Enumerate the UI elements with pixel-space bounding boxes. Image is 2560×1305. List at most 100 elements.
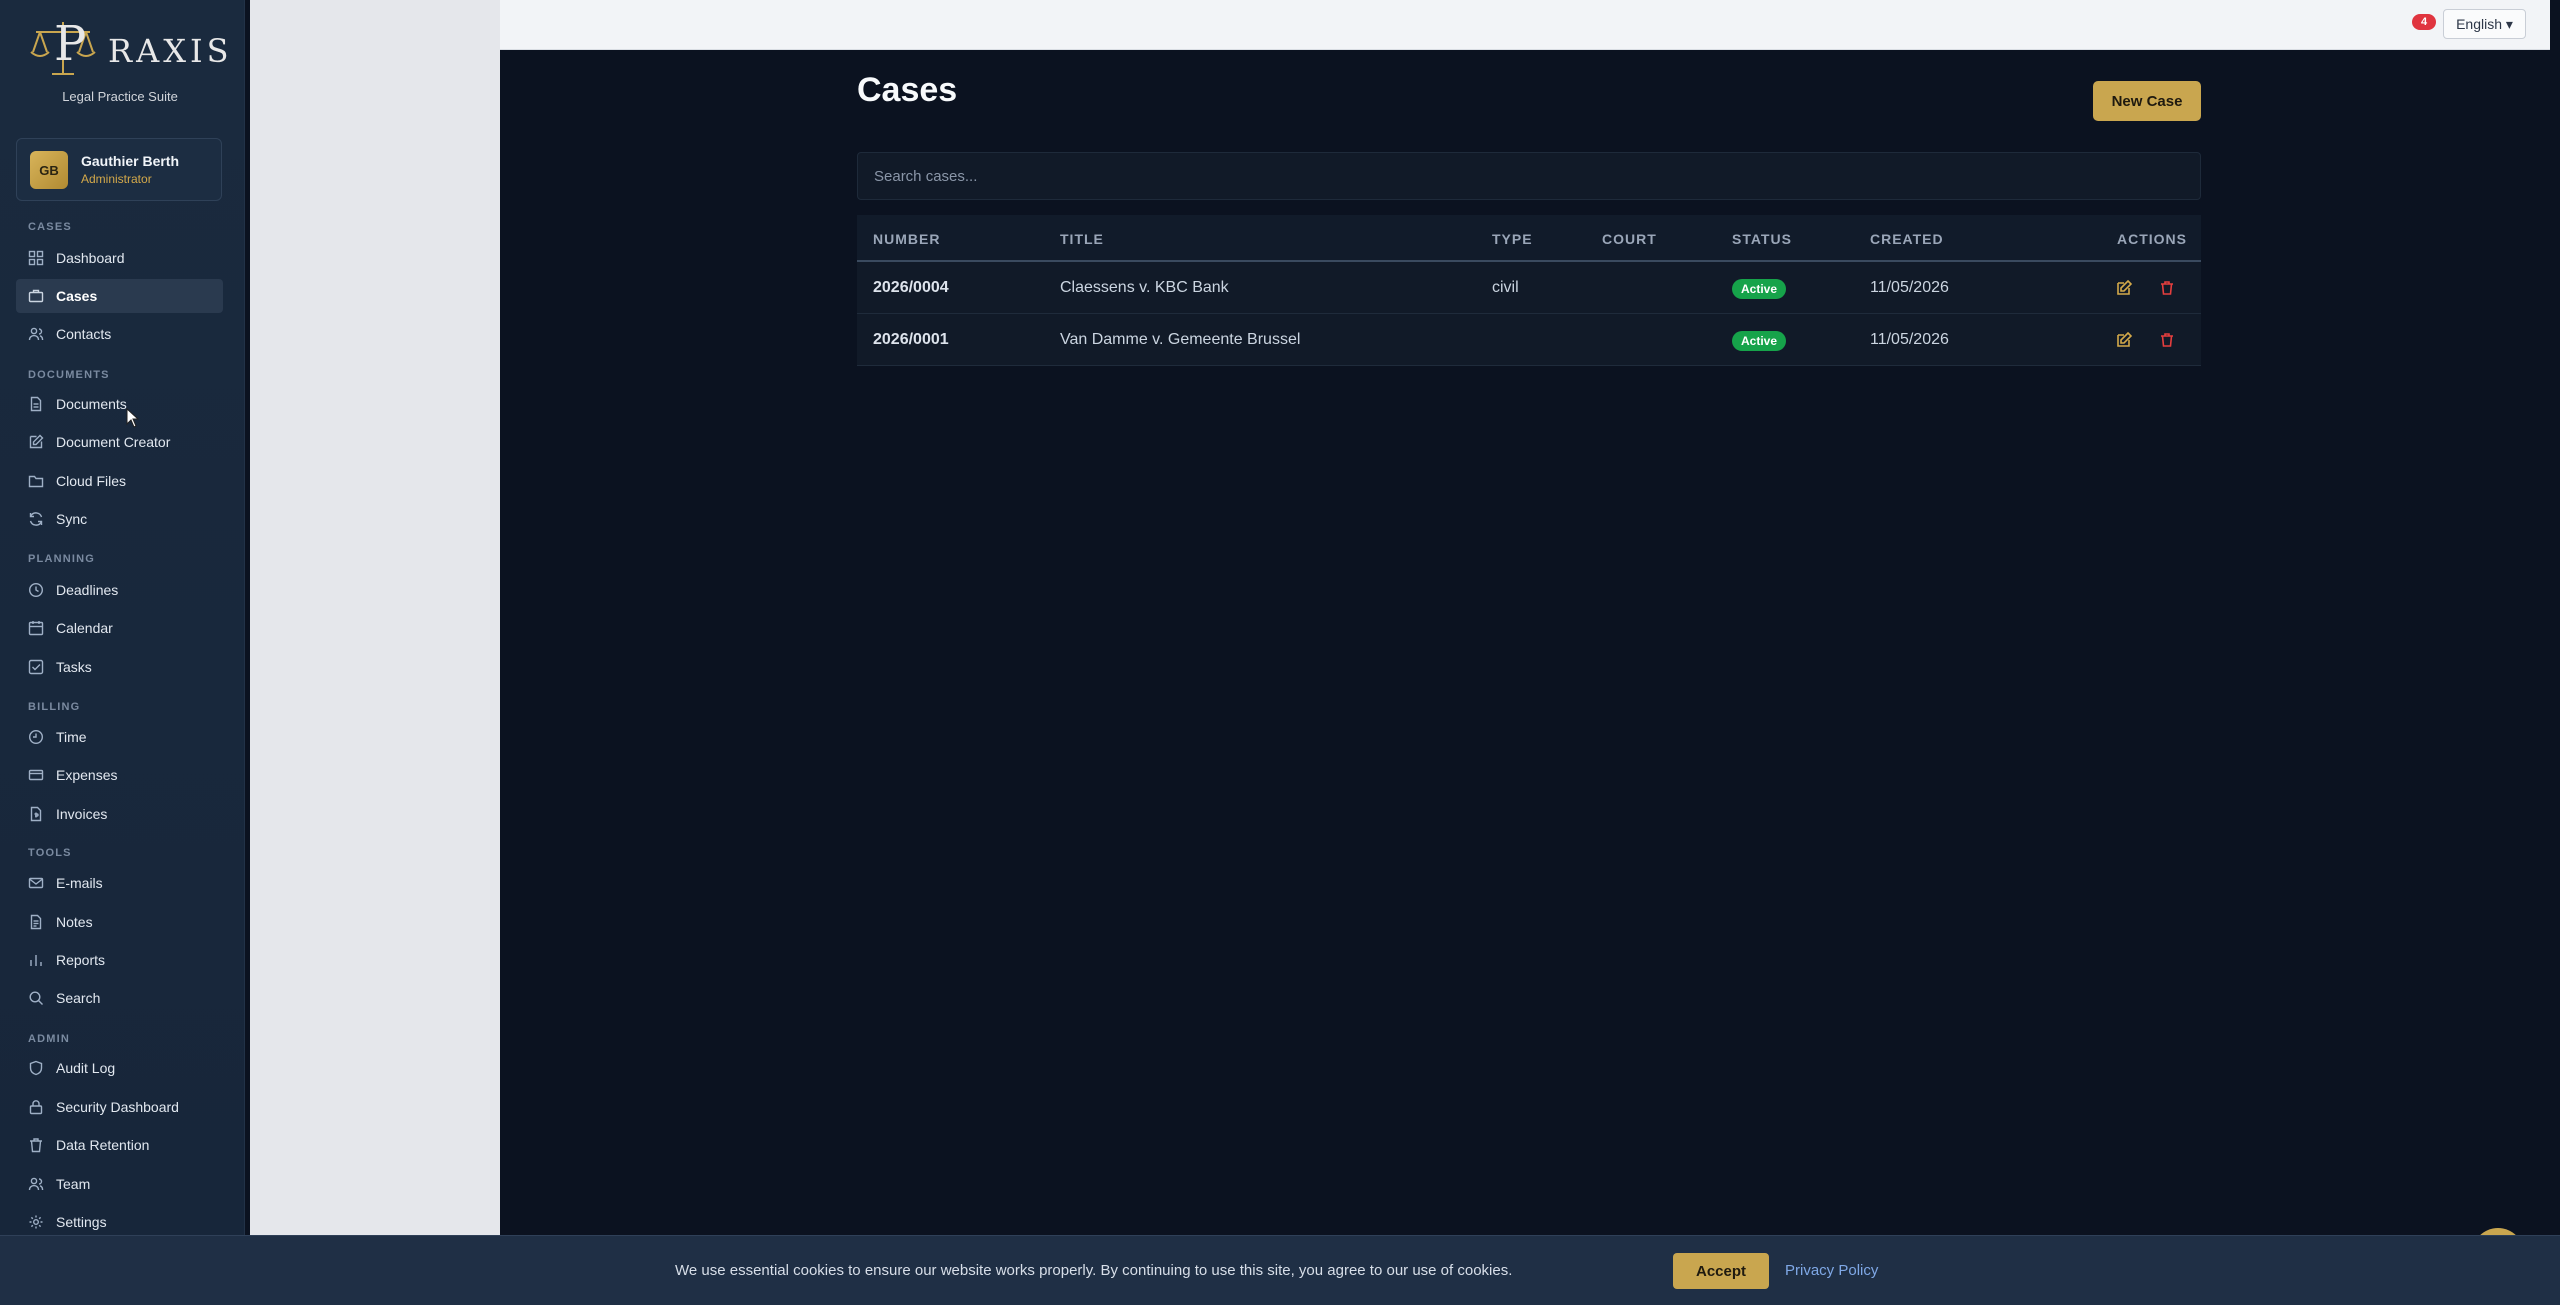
sidebar-item-calendar[interactable]: Calendar	[16, 611, 223, 645]
column-header-number[interactable]: NUMBER	[873, 231, 940, 247]
mouse-cursor-icon	[126, 408, 140, 428]
sidebar-item-label: Document Creator	[56, 434, 171, 450]
user-profile-card[interactable]: GB Gauthier Berth Administrator	[16, 138, 222, 201]
sidebar-item-label: Settings	[56, 1214, 107, 1230]
case-number[interactable]: 2026/0001	[873, 331, 949, 349]
sidebar-item-search[interactable]: Search	[16, 981, 223, 1015]
refresh-icon	[29, 512, 43, 526]
sidebar-item-reports[interactable]: Reports	[16, 943, 223, 977]
case-type: civil	[1492, 279, 1519, 296]
column-header-created[interactable]: CREATED	[1870, 231, 1944, 247]
sidebar-item-invoices[interactable]: Invoices	[16, 797, 223, 831]
table-row[interactable]: 2026/0001 Van Damme v. Gemeente Brussel …	[857, 314, 2201, 366]
sidebar-item-tasks[interactable]: Tasks	[16, 650, 223, 684]
sidebar-item-deadlines[interactable]: Deadlines	[16, 573, 223, 607]
app-root: P RAXIS Legal Practice Suite GB Gauthier…	[0, 0, 2560, 1305]
cookie-banner: We use essential cookies to ensure our w…	[0, 1235, 2560, 1305]
sidebar-item-sync[interactable]: Sync	[16, 502, 223, 536]
top-bar	[500, 0, 2550, 50]
language-select[interactable]: English ▾	[2443, 9, 2526, 39]
sidebar-item-notes[interactable]: Notes	[16, 905, 223, 939]
shield-icon	[29, 1060, 43, 1076]
edit-icon[interactable]	[2114, 330, 2134, 350]
new-case-button[interactable]: New Case	[2093, 81, 2201, 121]
status-badge: Active	[1732, 279, 1787, 299]
search-input[interactable]	[857, 152, 2201, 200]
sidebar-item-time[interactable]: Time	[16, 720, 223, 754]
nav-section-cases: CASES	[28, 221, 72, 233]
sidebar-item-team[interactable]: Team	[16, 1167, 223, 1201]
case-title[interactable]: Van Damme v. Gemeente Brussel	[1060, 331, 1300, 349]
sidebar-item-data-retention[interactable]: Data Retention	[16, 1128, 223, 1162]
sidebar-item-label: Audit Log	[56, 1060, 116, 1076]
sidebar-item-label: Notes	[56, 914, 93, 930]
gear-icon	[29, 1215, 43, 1229]
sidebar-item-settings[interactable]: Settings	[16, 1205, 223, 1239]
sidebar-item-label: Invoices	[56, 806, 108, 822]
privacy-policy-link[interactable]: Privacy Policy	[1785, 1262, 1878, 1279]
accept-cookies-button[interactable]: Accept	[1673, 1253, 1769, 1289]
sidebar-item-dashboard[interactable]: Dashboard	[16, 241, 223, 275]
case-title[interactable]: Claessens v. KBC Bank	[1060, 279, 1229, 297]
sidebar-item-label: Contacts	[56, 326, 112, 342]
sidebar-item-cases[interactable]: Cases	[16, 279, 223, 313]
status-badge: Active	[1732, 331, 1787, 351]
table-header: NUMBER TITLE TYPE COURT STATUS CREATED A…	[857, 215, 2201, 262]
page-title: Cases	[857, 71, 958, 109]
credit-card-icon	[28, 769, 44, 781]
calendar-icon	[28, 621, 44, 636]
sidebar-item-document-creator[interactable]: Document Creator	[16, 425, 223, 459]
sidebar-item-contacts[interactable]: Contacts	[16, 317, 223, 351]
column-header-type[interactable]: TYPE	[1492, 231, 1533, 247]
sidebar-item-audit-log[interactable]: Audit Log	[16, 1051, 223, 1085]
column-header-court[interactable]: COURT	[1602, 231, 1657, 247]
column-header-title[interactable]: TITLE	[1060, 231, 1104, 247]
dashboard-icon	[28, 250, 44, 266]
timer-icon	[28, 729, 44, 745]
user-name: Gauthier Berth	[81, 153, 180, 169]
brand-logo[interactable]: P RAXIS	[28, 16, 229, 82]
sidebar-item-documents[interactable]: Documents	[16, 387, 223, 421]
invoice-icon	[30, 806, 42, 822]
sidebar-item-label: Deadlines	[56, 582, 119, 598]
briefcase-icon	[28, 289, 44, 303]
case-number[interactable]: 2026/0004	[873, 279, 949, 297]
delete-icon[interactable]	[2157, 278, 2177, 298]
case-created: 11/05/2026	[1870, 331, 1949, 348]
nav-section-planning: PLANNING	[28, 553, 96, 565]
sidebar-item-emails[interactable]: E-mails	[16, 866, 223, 900]
mail-icon	[28, 877, 44, 889]
sidebar-item-label: Documents	[56, 396, 127, 412]
avatar: GB	[30, 151, 68, 189]
sidebar-item-label: E-mails	[56, 875, 103, 891]
notification-badge[interactable]: 4	[2412, 14, 2436, 30]
bar-chart-icon	[30, 955, 42, 966]
cookie-message: We use essential cookies to ensure our w…	[675, 1262, 1513, 1279]
nav-section-billing: BILLING	[28, 701, 81, 713]
checkbox-icon	[28, 659, 44, 675]
table-row[interactable]: 2026/0004 Claessens v. KBC Bank civil Ac…	[857, 262, 2201, 314]
folder-icon	[28, 475, 44, 488]
content-gutter	[250, 0, 500, 1235]
column-header-status[interactable]: STATUS	[1732, 231, 1792, 247]
sidebar-item-label: Cases	[56, 288, 98, 304]
lock-icon	[29, 1100, 43, 1115]
sidebar-item-expenses[interactable]: Expenses	[16, 758, 223, 792]
sidebar-item-label: Cloud Files	[56, 473, 127, 489]
sidebar-item-label: Team	[56, 1176, 91, 1192]
sidebar-item-security-dashboard[interactable]: Security Dashboard	[16, 1090, 223, 1124]
trash-icon	[30, 1138, 42, 1153]
sidebar-item-label: Dashboard	[56, 250, 125, 266]
note-icon	[30, 914, 42, 930]
delete-icon[interactable]	[2157, 330, 2177, 350]
sidebar: P RAXIS Legal Practice Suite GB Gauthier…	[0, 0, 245, 1235]
user-role: Administrator	[81, 172, 152, 186]
search-icon	[29, 991, 43, 1005]
sidebar-item-cloud-files[interactable]: Cloud Files	[16, 464, 223, 498]
sidebar-item-label: Time	[56, 729, 87, 745]
users-icon	[28, 327, 44, 341]
team-icon	[28, 1177, 44, 1191]
edit-icon[interactable]	[2114, 278, 2134, 298]
edit-icon	[29, 434, 44, 449]
nav-section-documents: DOCUMENTS	[28, 369, 110, 381]
